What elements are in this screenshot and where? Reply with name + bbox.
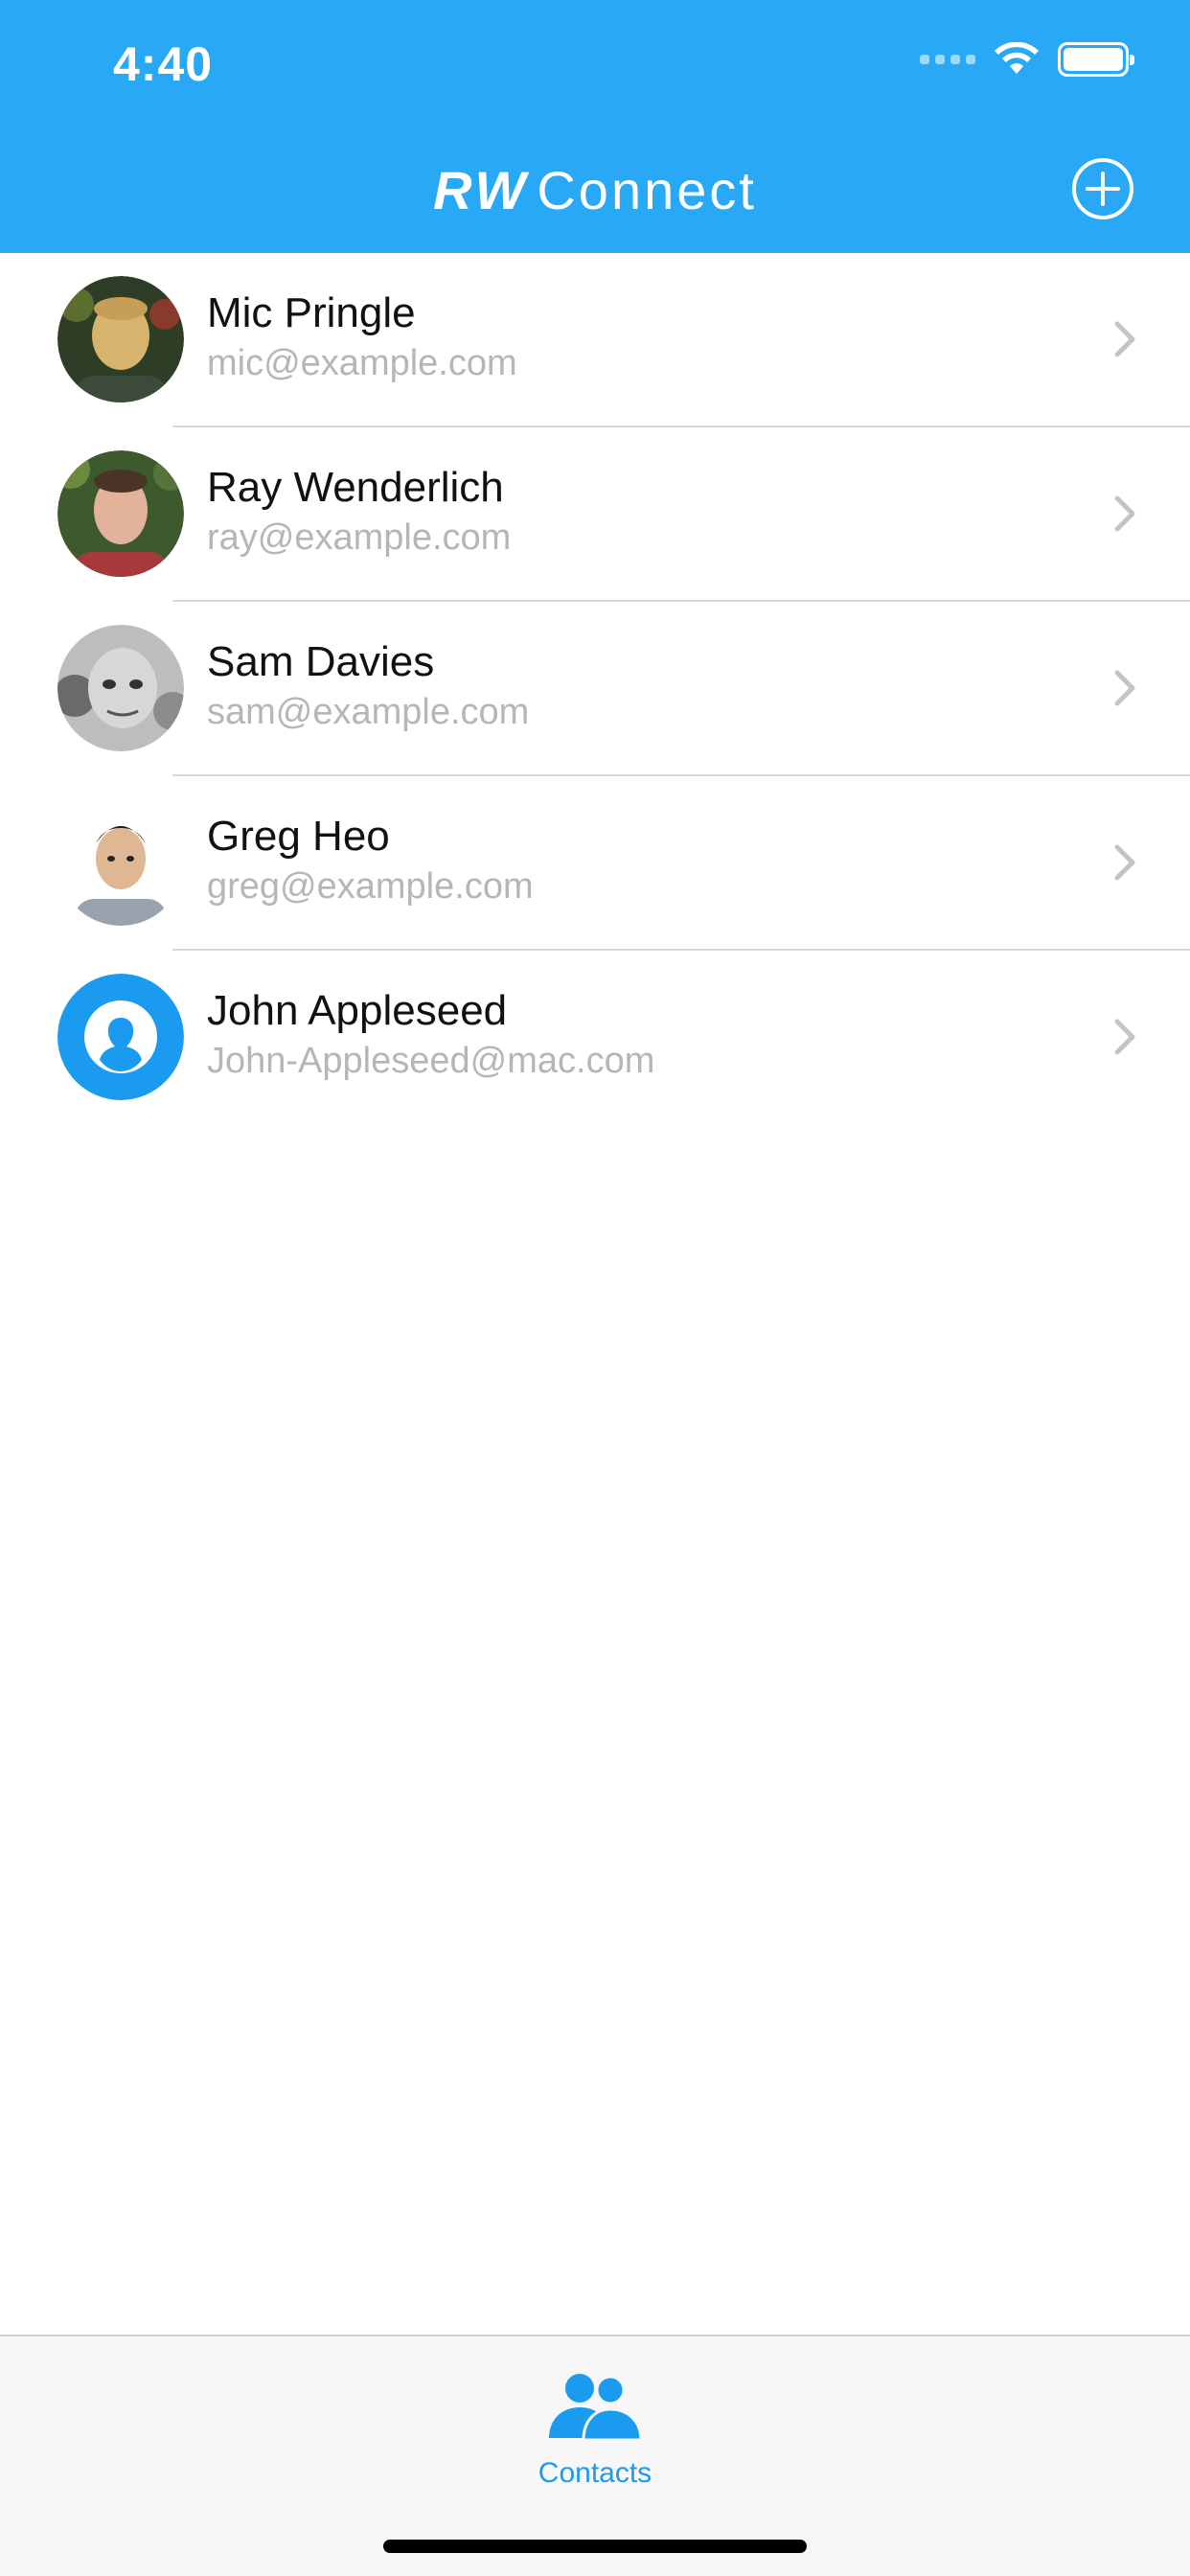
chevron-right-icon (1114, 670, 1135, 706)
chevron-right-icon (1114, 495, 1135, 532)
contact-row[interactable]: John Appleseed John-Appleseed@mac.com (0, 951, 1190, 1125)
app-title: RW Connect (0, 159, 1190, 221)
contact-name: Ray Wenderlich (207, 464, 504, 511)
app-title-text: Connect (537, 160, 757, 220)
add-contact-button[interactable] (1071, 157, 1134, 220)
contact-row[interactable]: Mic Pringle mic@example.com (0, 253, 1190, 427)
navigation-header: 4:40 RW Connect (0, 0, 1190, 253)
contact-row[interactable]: Ray Wenderlich ray@example.com (0, 427, 1190, 602)
battery-icon (1058, 42, 1134, 77)
contact-name: John Appleseed (207, 987, 508, 1034)
contact-email: sam@example.com (207, 692, 530, 732)
avatar (57, 799, 184, 926)
contact-email: John-Appleseed@mac.com (207, 1041, 655, 1081)
contact-name: Mic Pringle (207, 289, 416, 336)
status-icons (920, 42, 1134, 77)
app-title-brand: RW (433, 160, 530, 220)
contact-row[interactable]: Greg Heo greg@example.com (0, 776, 1190, 951)
contacts-screen: 4:40 RW Connect Mic Pringle mic@example.… (0, 0, 1190, 2576)
home-indicator[interactable] (383, 2540, 807, 2553)
avatar (57, 276, 184, 402)
status-time: 4:40 (113, 37, 214, 91)
contact-name: Greg Heo (207, 813, 390, 860)
contact-row[interactable]: Sam Davies sam@example.com (0, 602, 1190, 776)
contact-email: greg@example.com (207, 866, 534, 907)
avatar-placeholder-icon (57, 974, 184, 1100)
contact-name: Sam Davies (207, 638, 435, 685)
avatar (57, 625, 184, 751)
tab-contacts[interactable]: Contacts (499, 2352, 691, 2496)
chevron-right-icon (1114, 844, 1135, 881)
contact-email: mic@example.com (207, 343, 517, 383)
avatar (57, 450, 184, 577)
chevron-right-icon (1114, 1019, 1135, 1055)
wifi-icon (995, 42, 1039, 74)
signal-icon (920, 55, 975, 64)
contacts-icon (549, 2374, 643, 2442)
contact-email: ray@example.com (207, 518, 512, 558)
contacts-list: Mic Pringle mic@example.com Ray Wenderli… (0, 253, 1190, 1125)
tab-contacts-label: Contacts (538, 2457, 652, 2489)
chevron-right-icon (1114, 321, 1135, 357)
